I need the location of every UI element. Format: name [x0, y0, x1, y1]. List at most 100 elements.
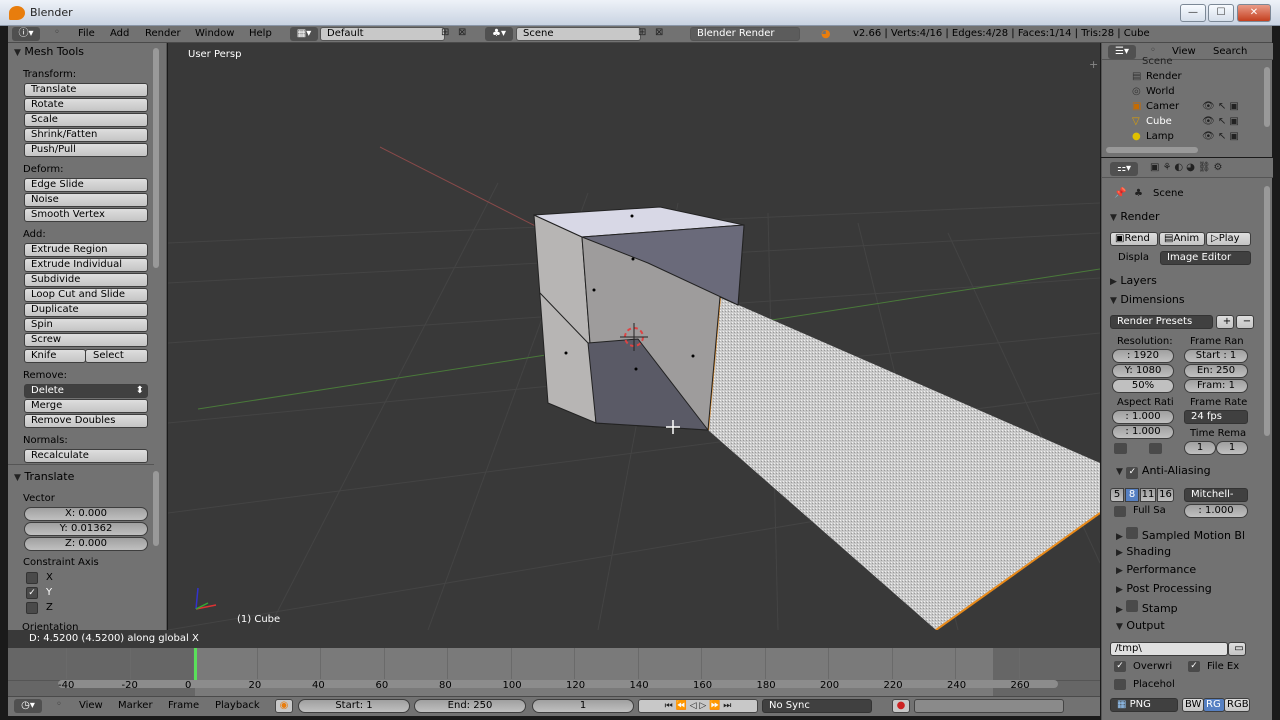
scene-icon[interactable]: ♣▾	[485, 27, 513, 41]
translate-op-header[interactable]: ▼ Translate	[14, 470, 74, 484]
outliner-render[interactable]: Render	[1146, 71, 1182, 82]
menu-render[interactable]: Render	[145, 28, 181, 39]
delete-menu[interactable]: Delete ⬍	[24, 384, 148, 398]
aa-panel-header[interactable]: ▼ ✓ Anti-Aliasing	[1116, 464, 1211, 479]
outliner-camera[interactable]: Camer	[1146, 101, 1179, 112]
menu-add[interactable]: Add	[110, 28, 129, 39]
render-panel-header[interactable]: ▼ Render	[1110, 210, 1160, 223]
recalculate-button[interactable]: Recalculate	[24, 449, 148, 463]
minimize-button[interactable]: —	[1180, 4, 1206, 22]
shading-panel-header[interactable]: ▶ Shading	[1116, 545, 1171, 558]
time-remap-old-field[interactable]: 1	[1184, 441, 1216, 455]
aa-5-option[interactable]: 5	[1110, 488, 1124, 502]
scale-button[interactable]: Scale	[24, 113, 148, 127]
aa-checkbox[interactable]: ✓	[1126, 467, 1139, 479]
color-bw-option[interactable]: BW	[1182, 698, 1204, 712]
outliner-menu-search[interactable]: Search	[1213, 46, 1247, 57]
aa-11-option[interactable]: 11	[1140, 488, 1156, 502]
timeline-scrollbar[interactable]	[58, 680, 1058, 688]
outliner-menu-view[interactable]: View	[1172, 46, 1196, 57]
render-animation-button[interactable]: ▤Anim	[1159, 232, 1205, 246]
preview-range-icon[interactable]: ◉	[275, 699, 293, 713]
fps-select[interactable]: 24 fps	[1184, 410, 1248, 424]
viewport-corner-icon[interactable]: +	[1089, 58, 1098, 71]
subdivide-button[interactable]: Subdivide	[24, 273, 148, 287]
push-pull-button[interactable]: Push/Pull	[24, 143, 148, 157]
close-button[interactable]: ✕	[1237, 4, 1271, 22]
browse-folder-icon[interactable]: ▭	[1228, 642, 1246, 656]
resolution-x-field[interactable]: : 1920	[1112, 349, 1174, 363]
shrink-fatten-button[interactable]: Shrink/Fatten	[24, 128, 148, 142]
knife-select-button[interactable]: Select	[85, 349, 148, 363]
editor-type-icon[interactable]: ⓘ▾	[12, 27, 40, 41]
vector-y-field[interactable]: Y: 0.01362	[24, 522, 148, 536]
loop-cut-button[interactable]: Loop Cut and Slide	[24, 288, 148, 302]
menu-window[interactable]: Window	[195, 28, 234, 39]
knife-button[interactable]: Knife	[24, 349, 86, 363]
outliner-lamp[interactable]: Lamp	[1146, 131, 1174, 142]
layout-field[interactable]: Default	[320, 27, 445, 41]
menu-marker[interactable]: Marker	[118, 700, 153, 711]
remove-doubles-button[interactable]: Remove Doubles	[24, 414, 148, 428]
tool-shelf-scrollbar[interactable]	[153, 48, 159, 268]
color-rgb-option[interactable]: RG	[1203, 698, 1225, 712]
render-engine-select[interactable]: Blender Render	[690, 27, 800, 41]
motion-blur-panel-header[interactable]: ▶ Sampled Motion Bl	[1116, 527, 1245, 542]
add-layout-icon[interactable]: ⊞	[441, 27, 449, 38]
edge-slide-button[interactable]: Edge Slide	[24, 178, 148, 192]
aspect-x-field[interactable]: : 1.000	[1112, 410, 1174, 424]
merge-button[interactable]: Merge	[24, 399, 148, 413]
time-remap-new-field[interactable]: 1	[1216, 441, 1248, 455]
properties-scrollbar[interactable]	[1264, 186, 1270, 436]
remove-preset-button[interactable]: −	[1236, 315, 1254, 329]
screen-layout-icon[interactable]: ▦▾	[290, 27, 318, 41]
smooth-vertex-button[interactable]: Smooth Vertex	[24, 208, 148, 222]
menu-playback[interactable]: Playback	[215, 700, 260, 711]
file-extensions-checkbox[interactable]: ✓	[1188, 661, 1200, 672]
mesh-tools-header[interactable]: ▼ Mesh Tools	[14, 45, 84, 59]
duplicate-button[interactable]: Duplicate	[24, 303, 148, 317]
menu-frame[interactable]: Frame	[168, 700, 199, 711]
context-tabs[interactable]: ▣⚘◐◕⛓⚙	[1150, 162, 1270, 176]
rotate-button[interactable]: Rotate	[24, 98, 148, 112]
extrude-region-button[interactable]: Extrude Region	[24, 243, 148, 257]
current-frame-field[interactable]: 1	[532, 699, 634, 713]
constraint-y-checkbox[interactable]: ✓	[26, 587, 38, 599]
motion-blur-checkbox[interactable]	[1126, 527, 1139, 539]
outliner-world[interactable]: World	[1146, 86, 1175, 97]
extrude-individual-button[interactable]: Extrude Individual	[24, 258, 148, 272]
output-panel-header[interactable]: ▼ Output	[1116, 619, 1165, 632]
outliner-editor-icon[interactable]: ☰▾	[1108, 45, 1136, 59]
current-frame-marker[interactable]	[194, 648, 197, 684]
properties-editor-icon[interactable]: ⚏▾	[1110, 162, 1138, 176]
resolution-percent-field[interactable]: 50%	[1112, 379, 1174, 393]
collapse-icon[interactable]: ◦	[1150, 45, 1156, 56]
sync-mode-select[interactable]: No Sync	[762, 699, 872, 713]
lamp-visibility-icons[interactable]: 👁 ↖ ▣	[1202, 131, 1239, 142]
vector-z-field[interactable]: Z: 0.000	[24, 537, 148, 551]
render-image-button[interactable]: ▣Rend	[1110, 232, 1158, 246]
outliner-h-scrollbar[interactable]	[1106, 147, 1198, 153]
collapse-icon[interactable]: ◦	[56, 699, 62, 710]
end-frame-field[interactable]: End: 250	[414, 699, 526, 713]
full-sample-checkbox[interactable]	[1114, 506, 1126, 517]
filter-size-field[interactable]: : 1.000	[1184, 504, 1248, 518]
noise-button[interactable]: Noise	[24, 193, 148, 207]
remove-scene-icon[interactable]: ⊠	[655, 27, 663, 38]
keying-set-field[interactable]	[914, 699, 1064, 713]
record-icon[interactable]: ●	[892, 699, 910, 713]
outliner-scene[interactable]: Scene	[1142, 56, 1173, 67]
display-select[interactable]: Image Editor	[1160, 251, 1251, 265]
collapse-icon[interactable]: ◦	[54, 27, 60, 38]
playback-controls[interactable]: ⏮ ⏪ ◁ ▷ ⏩ ⏭	[638, 699, 758, 713]
spin-button[interactable]: Spin	[24, 318, 148, 332]
play-animation-button[interactable]: ▷Play	[1206, 232, 1251, 246]
pin-icon[interactable]: 📌	[1114, 188, 1126, 199]
aa-16-option[interactable]: 16	[1157, 488, 1174, 502]
menu-file[interactable]: File	[78, 28, 95, 39]
layers-panel-header[interactable]: ▶ Layers	[1110, 274, 1157, 287]
render-presets-select[interactable]: Render Presets	[1110, 315, 1213, 329]
outliner-cube[interactable]: Cube	[1146, 116, 1172, 127]
operator-scrollbar[interactable]	[153, 471, 159, 546]
border-checkbox[interactable]	[1114, 443, 1127, 454]
